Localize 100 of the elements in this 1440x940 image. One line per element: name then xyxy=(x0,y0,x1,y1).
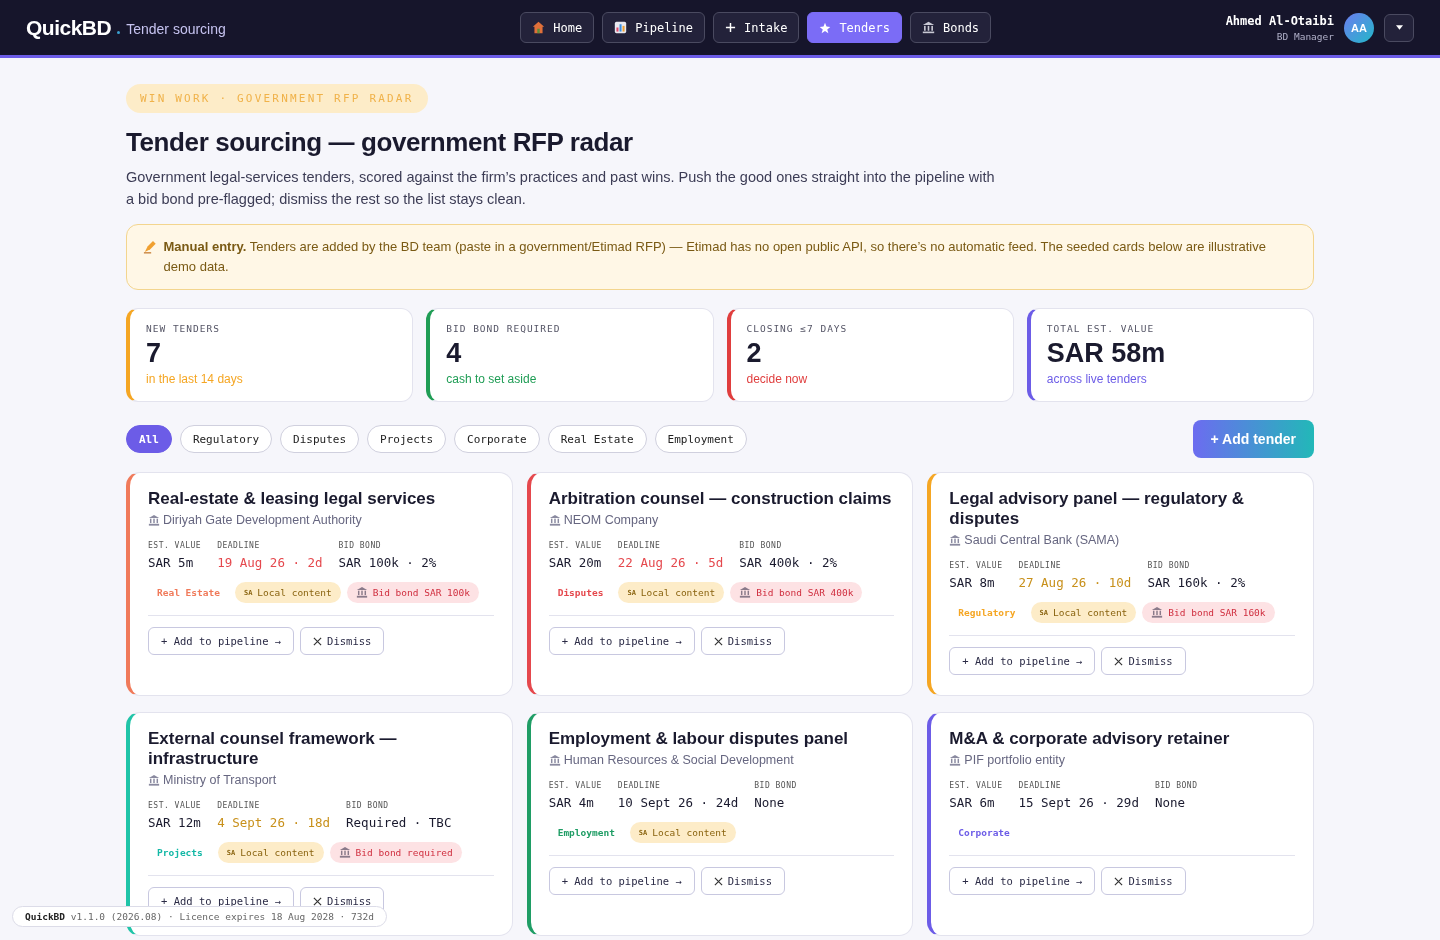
tender-title: M&A & corporate advisory retainer xyxy=(949,729,1231,749)
field-value: Required · TBC xyxy=(346,815,452,830)
field-label: BID BOND xyxy=(1147,561,1191,570)
add-to-pipeline-button[interactable]: + Add to pipeline → xyxy=(949,647,1096,675)
bid-bond-tag: Bid bond SAR 160k xyxy=(1142,602,1275,623)
version-toast: QuickBD v1.1.0 (2026.08) · Licence expires 18 Aug 2028 · 732d xyxy=(12,906,387,927)
nav-tab[interactable]: Bonds xyxy=(909,12,992,43)
bid-bond-tag: Bid bond SAR 100k xyxy=(346,582,479,603)
close-icon xyxy=(313,636,323,646)
building-icon xyxy=(548,514,561,526)
user-role: BD Manager xyxy=(1276,30,1334,42)
field-label: DEADLINE xyxy=(217,541,261,550)
field-value: 22 Aug 26 · 5d xyxy=(617,555,724,570)
filter-chip[interactable]: Corporate xyxy=(454,425,540,453)
field-label: BID BOND xyxy=(739,541,783,550)
star-icon xyxy=(819,21,832,34)
dismiss-button[interactable]: Dismiss xyxy=(1101,867,1186,895)
field-label: BID BOND xyxy=(346,801,390,810)
filter-chip[interactable]: Real Estate xyxy=(547,425,647,453)
filter-chip[interactable]: Projects xyxy=(367,425,447,453)
nav-tab[interactable]: Intake xyxy=(713,12,800,43)
stat-label: BID BOND REQUIRED xyxy=(446,323,562,334)
category-tag: Projects xyxy=(148,842,212,863)
dismiss-button[interactable]: Dismiss xyxy=(1101,647,1186,675)
field-label: BID BOND xyxy=(338,541,383,550)
plus-icon xyxy=(725,22,737,33)
field-label: DEADLINE xyxy=(1018,561,1063,570)
user-name: Ahmed Al-Otaibi xyxy=(1225,13,1334,28)
tender-title: Legal advisory panel — regulatory & disputes xyxy=(949,489,1246,529)
bid-bond-tag: Bid bond required xyxy=(329,842,462,863)
stat-label: NEW TENDERS xyxy=(146,323,221,334)
field-value: 15 Sept 26 · 29d xyxy=(1018,795,1139,810)
filter-chip[interactable]: Regulatory xyxy=(179,425,273,453)
stat-note: decide now xyxy=(746,372,809,386)
category-tag: Real Estate xyxy=(148,582,229,603)
add-tender-button[interactable]: + Add tender xyxy=(1192,420,1314,458)
filter-chip[interactable]: Employment xyxy=(654,425,747,453)
house-icon xyxy=(532,21,546,34)
dismiss-button[interactable]: Dismiss xyxy=(300,627,385,655)
field-value: SAR 100k · 2% xyxy=(338,555,437,570)
stat-note: cash to set aside xyxy=(446,372,538,386)
field-label: DEADLINE xyxy=(1018,781,1063,790)
section-title: Tender sourcing xyxy=(126,21,226,37)
agency-name: NEOM Company xyxy=(563,513,659,527)
field-label: EST. VALUE xyxy=(548,781,602,790)
add-to-pipeline-button[interactable]: + Add to pipeline → xyxy=(148,627,295,655)
field-value: SAR 6m xyxy=(949,795,996,810)
notice-text: Manual entry. Tenders are added by the BD team (paste in a government/Etimad RFP) — Etimad has no open public API, so there’s no automatic feed. The seeded cards below are illustrative demo data. xyxy=(163,238,1267,276)
stat-label: CLOSING ≤7 DAYS xyxy=(746,323,849,334)
user-menu-button[interactable] xyxy=(1384,13,1414,42)
field-label: DEADLINE xyxy=(617,781,662,790)
field-label: DEADLINE xyxy=(617,541,662,550)
stat-value: SAR 58m xyxy=(1046,338,1167,368)
field-value: None xyxy=(754,795,786,810)
agency-name: Saudi Central Bank (SAMA) xyxy=(964,533,1120,547)
stat-note: in the last 14 days xyxy=(146,372,244,386)
building-icon xyxy=(949,534,962,546)
building-icon xyxy=(949,754,962,766)
add-to-pipeline-button[interactable]: + Add to pipeline → xyxy=(548,627,695,655)
stat-value: 7 xyxy=(146,338,163,368)
filter-chip[interactable]: All xyxy=(126,425,172,453)
bid-bond-tag: Bid bond SAR 400k xyxy=(730,582,863,603)
bank-icon xyxy=(355,587,368,598)
field-label: EST. VALUE xyxy=(148,541,202,550)
close-icon xyxy=(313,896,323,906)
category-tag: Employment xyxy=(548,822,624,843)
field-value: SAR 400k · 2% xyxy=(739,555,838,570)
nav-tab[interactable]: Pipeline xyxy=(602,12,706,43)
close-icon xyxy=(713,876,723,886)
dismiss-button[interactable]: Dismiss xyxy=(700,867,786,895)
field-label: BID BOND xyxy=(754,781,797,790)
add-to-pipeline-button[interactable]: + Add to pipeline → xyxy=(949,867,1096,895)
close-icon xyxy=(1114,876,1124,886)
building-icon xyxy=(548,754,561,766)
field-value: SAR 160k · 2% xyxy=(1147,575,1246,590)
dismiss-button[interactable]: Dismiss xyxy=(700,627,786,655)
tender-title: Arbitration counsel — construction claims xyxy=(548,489,893,509)
agency-name: PIF portfolio entity xyxy=(964,753,1066,767)
field-value: SAR 12m xyxy=(148,815,202,830)
field-value: SAR 4m xyxy=(548,795,595,810)
close-icon xyxy=(713,636,723,646)
add-to-pipeline-button[interactable]: + Add to pipeline → xyxy=(548,867,695,895)
field-value: SAR 20m xyxy=(548,555,602,570)
tender-title: Real-estate & leasing legal services xyxy=(148,489,437,509)
stat-note: across live tenders xyxy=(1046,372,1148,386)
nav-tab[interactable]: Tenders xyxy=(807,12,902,43)
field-value: 10 Sept 26 · 24d xyxy=(617,795,739,810)
field-value: 19 Aug 26 · 2d xyxy=(217,555,323,570)
field-value: 27 Aug 26 · 10d xyxy=(1018,575,1132,590)
stat-label: TOTAL EST. VALUE xyxy=(1046,323,1156,334)
brand-logo[interactable]: QuickBD xyxy=(26,15,112,40)
field-label: EST. VALUE xyxy=(548,541,602,550)
bank-icon xyxy=(739,587,752,598)
field-value: None xyxy=(1154,795,1187,810)
field-value: 4 Sept 26 · 18d xyxy=(217,815,331,830)
caret-icon xyxy=(1395,25,1403,30)
filter-chip[interactable]: Disputes xyxy=(280,425,360,453)
field-label: EST. VALUE xyxy=(949,561,1003,570)
nav-tab[interactable]: Home xyxy=(520,12,595,43)
tender-title: Employment & labour disputes panel xyxy=(548,729,850,749)
